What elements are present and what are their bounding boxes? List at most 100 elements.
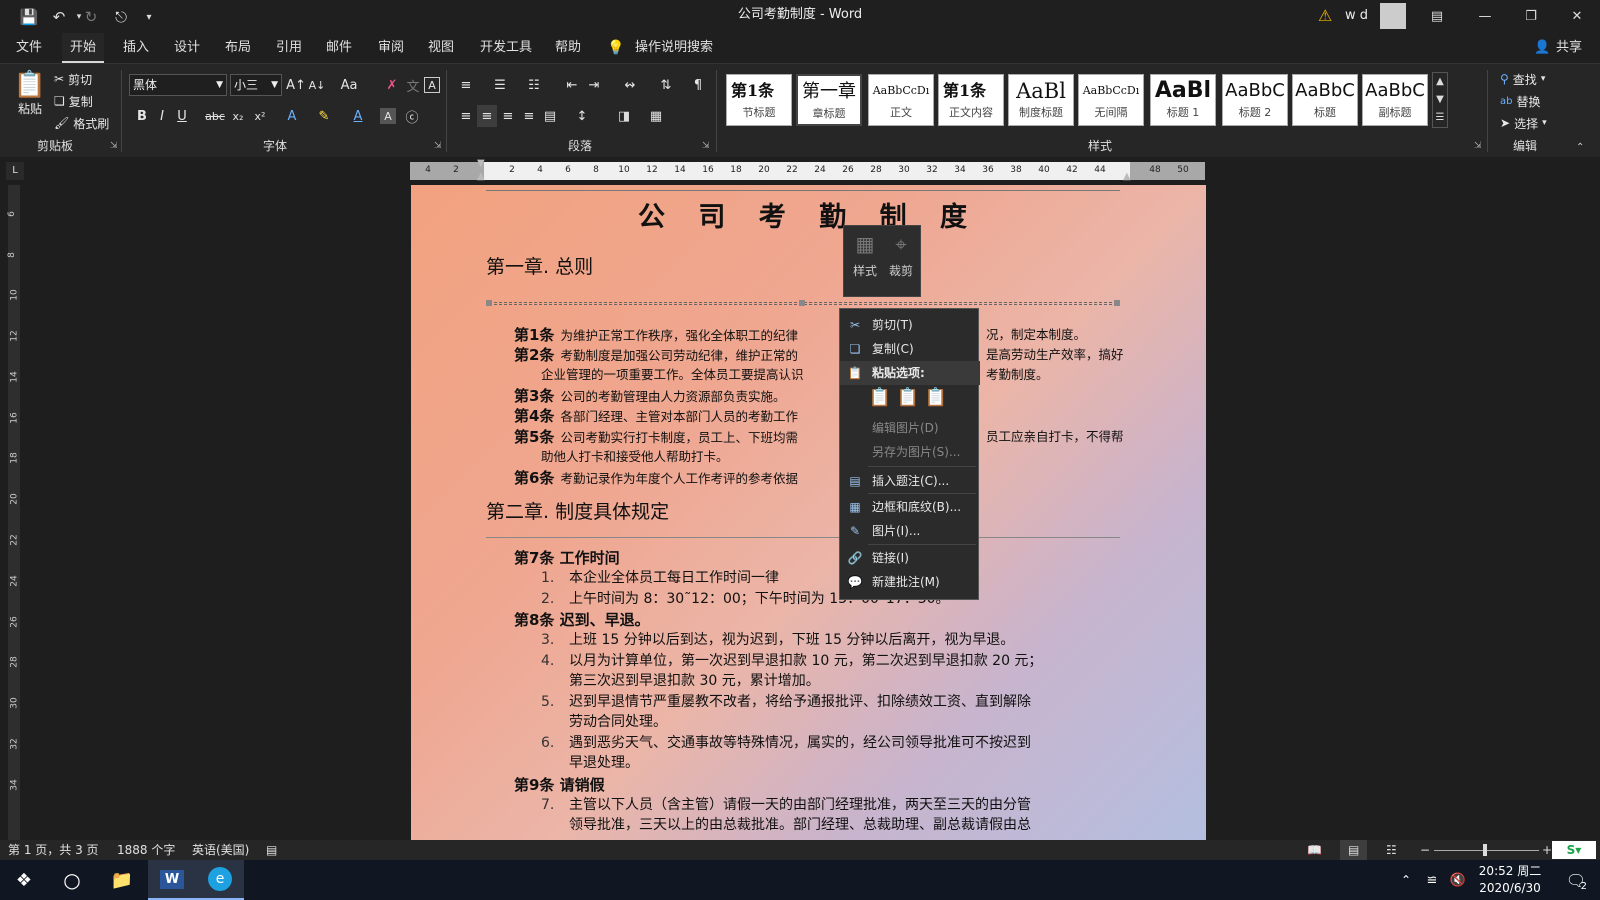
dialog-launcher-icon[interactable]: ⇲ xyxy=(702,141,710,151)
web-layout-icon[interactable]: ☷ xyxy=(1386,840,1397,860)
dialog-launcher-icon[interactable]: ⇲ xyxy=(434,141,442,151)
first-line-indent-marker[interactable]: ▼ xyxy=(477,158,485,169)
format-painter-button[interactable]: 🖌 格式刷 xyxy=(54,112,109,134)
align-left-icon[interactable]: ≡ xyxy=(456,105,476,127)
menu-item-link[interactable]: 🔗 链接(I) xyxy=(840,546,980,570)
print-layout-icon[interactable]: ▤ xyxy=(1340,840,1368,860)
warning-icon[interactable]: ⚠ xyxy=(1318,6,1332,25)
user-name[interactable]: w d xyxy=(1345,8,1368,23)
word-count[interactable]: 1888 个字 xyxy=(117,840,175,860)
paste-button[interactable]: 📋 粘贴 xyxy=(12,70,48,126)
collapse-ribbon-icon[interactable]: ⌃ xyxy=(1576,142,1584,153)
undo-icon[interactable]: ↶ xyxy=(48,6,70,28)
macro-recording-icon[interactable]: ▤ xyxy=(266,840,277,860)
chapter-heading-1[interactable]: 第一章. 总则 xyxy=(486,252,593,279)
windows-start-icon[interactable]: ❖ xyxy=(0,860,48,900)
show-hidden-icons[interactable]: ⌃ xyxy=(1396,860,1416,900)
menu-item-picture[interactable]: ✎ 图片(I)... xyxy=(840,519,980,543)
menu-item-insert-caption[interactable]: ▤ 插入题注(C)... xyxy=(840,469,980,493)
resize-handle[interactable] xyxy=(1114,300,1120,306)
style-regulation-title[interactable]: AaBl 制度标题 xyxy=(1008,74,1074,126)
style-heading-1[interactable]: AaBl 标题 1 xyxy=(1150,74,1216,126)
cortana-icon[interactable]: ○ xyxy=(48,860,96,900)
style-chapter-title[interactable]: 第一章 章标题 xyxy=(796,74,862,126)
word-taskbar-icon[interactable]: W xyxy=(148,860,196,900)
replace-button[interactable]: ab 替换 xyxy=(1500,90,1541,112)
list-item[interactable]: 7. 主管以下人员（含主管）请假一天的由部门经理批准，两天至三天的由分管 xyxy=(541,795,1149,815)
underline-icon[interactable]: U xyxy=(172,105,192,127)
crop-button[interactable]: ⌖ 裁剪 xyxy=(886,232,916,279)
list-item-cont[interactable]: 劳动合同处理。 xyxy=(569,712,1149,732)
lightbulb-icon[interactable]: 💡 xyxy=(607,40,624,56)
style-normal[interactable]: AaBbCcDı 正文 xyxy=(868,74,934,126)
menu-item-save-as-picture[interactable]: 另存为图片(S)... xyxy=(840,440,980,464)
text-effects-icon[interactable]: A xyxy=(282,105,302,127)
vertical-ruler[interactable]: 6 8 10 12 14 16 18 20 22 24 26 28 30 32 … xyxy=(0,185,28,840)
zoom-in-icon[interactable]: + xyxy=(1542,840,1552,860)
list-item-cont[interactable]: 领导批准，三天以上的由总裁批准。部门经理、总裁助理、副总裁请假由总 xyxy=(569,815,1149,835)
shrink-font-icon[interactable]: A↓ xyxy=(307,74,327,96)
volume-muted-icon[interactable]: 🔇 xyxy=(1446,860,1470,900)
paste-keep-format-icon[interactable]: 📋 xyxy=(868,387,892,411)
zoom-slider-thumb[interactable] xyxy=(1483,844,1487,856)
menu-item-edit-picture[interactable]: 编辑图片(D) xyxy=(840,416,980,440)
paste-merge-icon[interactable]: 📋 xyxy=(896,387,920,411)
line-spacing-icon[interactable]: ↕ xyxy=(572,105,592,127)
article-6[interactable]: 第6条 考勤记录作为年度个人工作考评的参考依据 xyxy=(514,468,1114,489)
action-center-icon[interactable]: 🗨 2 xyxy=(1556,860,1596,900)
style-section-title[interactable]: 第1条 节标题 xyxy=(726,74,792,126)
avatar[interactable] xyxy=(1380,3,1406,29)
language-indicator[interactable]: 英语(美国) xyxy=(192,840,249,860)
find-button[interactable]: ⚲ 查找 ▾ xyxy=(1500,68,1545,90)
borders-icon[interactable]: ▦ xyxy=(646,105,666,127)
list-item-cont[interactable]: 第三次迟到早退扣款 30 元，累计增加。 xyxy=(569,671,1149,691)
italic-icon[interactable]: I xyxy=(152,105,172,127)
section-9-title[interactable]: 第9条 请销假 xyxy=(514,774,605,795)
style-no-spacing[interactable]: AaBbCcDı 无间隔 xyxy=(1078,74,1144,126)
hanging-indent-marker[interactable]: ▲ xyxy=(477,171,485,182)
style-body-content[interactable]: 第1条 正文内容 xyxy=(938,74,1004,126)
multilevel-list-icon[interactable]: ☷ xyxy=(524,74,544,96)
font-name-select[interactable]: 黑体 ▼ xyxy=(129,74,227,96)
page-count[interactable]: 第 1 页，共 3 页 xyxy=(8,840,99,860)
document-area[interactable]: 公 司 考 勤 制 度 第一章. 总则 第1条 为维护正常工作秩序，强化全体职工的… xyxy=(28,185,1600,840)
tab-insert[interactable]: 插入 xyxy=(115,33,157,63)
tab-mailings[interactable]: 邮件 xyxy=(318,33,360,63)
section-8-title[interactable]: 第8条 迟到、早退。 xyxy=(514,609,650,630)
grow-font-icon[interactable]: A↑ xyxy=(286,74,306,96)
redo-icon[interactable]: ↻ xyxy=(80,6,102,28)
menu-item-copy[interactable]: ❏ 复制(C) xyxy=(840,337,980,361)
copy-button[interactable]: ❏ 复制 xyxy=(54,90,93,112)
menu-item-new-comment[interactable]: 💬 新建批注(M) xyxy=(840,570,980,594)
tab-references[interactable]: 引用 xyxy=(268,33,310,63)
list-item[interactable]: 3. 上班 15 分钟以后到达，视为迟到，下班 15 分钟以后离开，视为早退。 xyxy=(541,630,1149,650)
change-case-button[interactable]: Aa xyxy=(335,74,363,96)
tab-selector[interactable]: L xyxy=(6,162,24,180)
article-4[interactable]: 第4条 各部门经理、主管对本部门人员的考勤工作 xyxy=(514,406,1114,427)
share-button[interactable]: 共享 xyxy=(1548,33,1590,63)
numbering-icon[interactable]: ☰ xyxy=(490,74,510,96)
select-button[interactable]: ➤ 选择 ▾ xyxy=(1500,112,1547,134)
chinese-layout-icon[interactable]: ↭ xyxy=(620,74,640,96)
tab-layout[interactable]: 布局 xyxy=(217,33,259,63)
document-page[interactable]: 公 司 考 勤 制 度 第一章. 总则 第1条 为维护正常工作秩序，强化全体职工的… xyxy=(411,185,1206,840)
phonetic-guide-icon[interactable]: 文 xyxy=(403,74,423,96)
restore-icon[interactable]: ❐ xyxy=(1508,0,1554,33)
font-color-icon[interactable]: A xyxy=(348,105,368,127)
dialog-launcher-icon[interactable]: ⇲ xyxy=(110,141,118,151)
resize-handle[interactable] xyxy=(486,300,492,306)
font-size-select[interactable]: 小三 ▼ xyxy=(230,74,282,96)
file-explorer-icon[interactable]: 📁 xyxy=(98,860,146,900)
highlight-icon[interactable]: ✎ xyxy=(314,105,334,127)
decrease-indent-icon[interactable]: ⇤ xyxy=(562,74,582,96)
clear-format-icon[interactable]: ✗ xyxy=(382,74,402,96)
browser-taskbar-icon[interactable]: e xyxy=(196,860,244,900)
menu-item-borders-shading[interactable]: ▦ 边框和底纹(B)... xyxy=(840,495,980,519)
superscript-icon[interactable]: x² xyxy=(250,105,270,127)
sort-icon[interactable]: ⇅ xyxy=(656,74,676,96)
right-indent-marker[interactable]: ▲ xyxy=(1123,171,1131,182)
list-item[interactable]: 6. 遇到恶劣天气、交通事故等特殊情况，属实的，经公司领导批准可不按迟到 xyxy=(541,733,1149,753)
align-right-icon[interactable]: ≡ xyxy=(498,105,518,127)
article-3[interactable]: 第3条 公司的考勤管理由人力资源部负责实施。 xyxy=(514,386,1114,407)
customize-qat-icon[interactable]: ▾ xyxy=(138,6,160,28)
